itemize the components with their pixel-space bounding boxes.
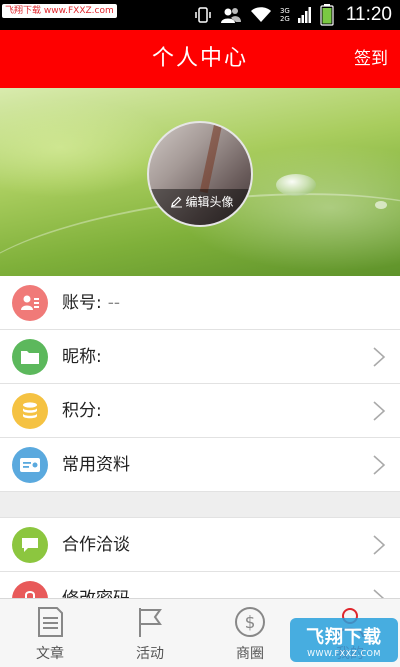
chat-icon [12,527,48,563]
network-indicator: 3G 2G [280,7,290,23]
account-icon [12,285,48,321]
wifi-icon [250,7,271,22]
nav-item-business[interactable]: $ 商圈 [200,599,300,667]
chevron-right-icon [373,535,386,555]
money-icon: $ [235,607,265,637]
id-card-icon [12,447,48,483]
nav-item-articles[interactable]: 文章 [0,599,100,667]
contacts-icon [220,8,241,23]
profile-menu: 账号: -- 昵称: 积分: 常用资料 合作洽谈 [0,276,400,626]
nav-label-articles: 文章 [36,646,64,662]
menu-row-account-text: 账号: -- [62,276,120,330]
menu-row-cooperation[interactable]: 合作洽谈 [0,518,400,572]
menu-row-nickname[interactable]: 昵称: [0,330,400,384]
menu-row-account[interactable]: 账号: -- [0,276,400,330]
flag-icon [139,608,162,637]
article-icon [38,607,63,637]
page-title: 个人中心 [151,46,248,71]
account-label: 账号: [62,293,102,313]
svg-text:$: $ [245,613,256,633]
menu-row-profile-info[interactable]: 常用资料 [0,438,400,492]
nav-label-business: 商圈 [236,646,264,662]
nav-label-activities: 活动 [136,646,164,662]
water-droplet-small [375,201,387,209]
avatar[interactable]: 编辑头像 [147,121,253,227]
edit-avatar-label: 编辑头像 [185,195,234,209]
battery-icon [320,4,334,26]
section-divider [0,492,400,518]
watermark-title: 飞翔下载 [306,626,382,648]
watermark-top-left: 飞翔下载 www.FXXZ.com [2,4,117,18]
watermark-url: WWW.FXXZ.COM [307,648,381,658]
chevron-right-icon [373,347,386,367]
water-droplet [276,174,316,196]
status-time: 11:20 [345,4,392,25]
profile-banner: 编辑头像 [0,88,400,276]
net-2g-label: 2G [279,15,290,23]
signin-button[interactable]: 签到 [354,30,388,88]
coins-icon [12,393,48,429]
status-icons: 3G 2G 11:20 [194,0,392,30]
chevron-right-icon [373,455,386,475]
profile-info-label: 常用资料 [62,455,130,475]
status-bar: 飞翔下载 www.FXXZ.com 3G 2G 11:20 [0,0,400,30]
app-header: 个人中心 签到 [0,30,400,88]
points-label: 积分: [62,401,102,421]
nav-item-activities[interactable]: 活动 [100,599,200,667]
account-value: -- [107,293,121,313]
folder-icon [12,339,48,375]
edit-avatar-button[interactable]: 编辑头像 [149,193,251,210]
pencil-icon [171,196,183,208]
menu-row-points[interactable]: 积分: [0,384,400,438]
vibrate-icon [195,7,211,23]
nickname-label: 昵称: [62,347,102,367]
cooperation-label: 合作洽谈 [62,535,130,555]
chevron-right-icon [373,401,386,421]
watermark-bottom-right: 飞翔下载 WWW.FXXZ.COM [290,618,398,662]
net-3g-label: 3G [279,7,290,15]
signal-icon [297,7,311,23]
avatar-image-detail [199,123,223,194]
